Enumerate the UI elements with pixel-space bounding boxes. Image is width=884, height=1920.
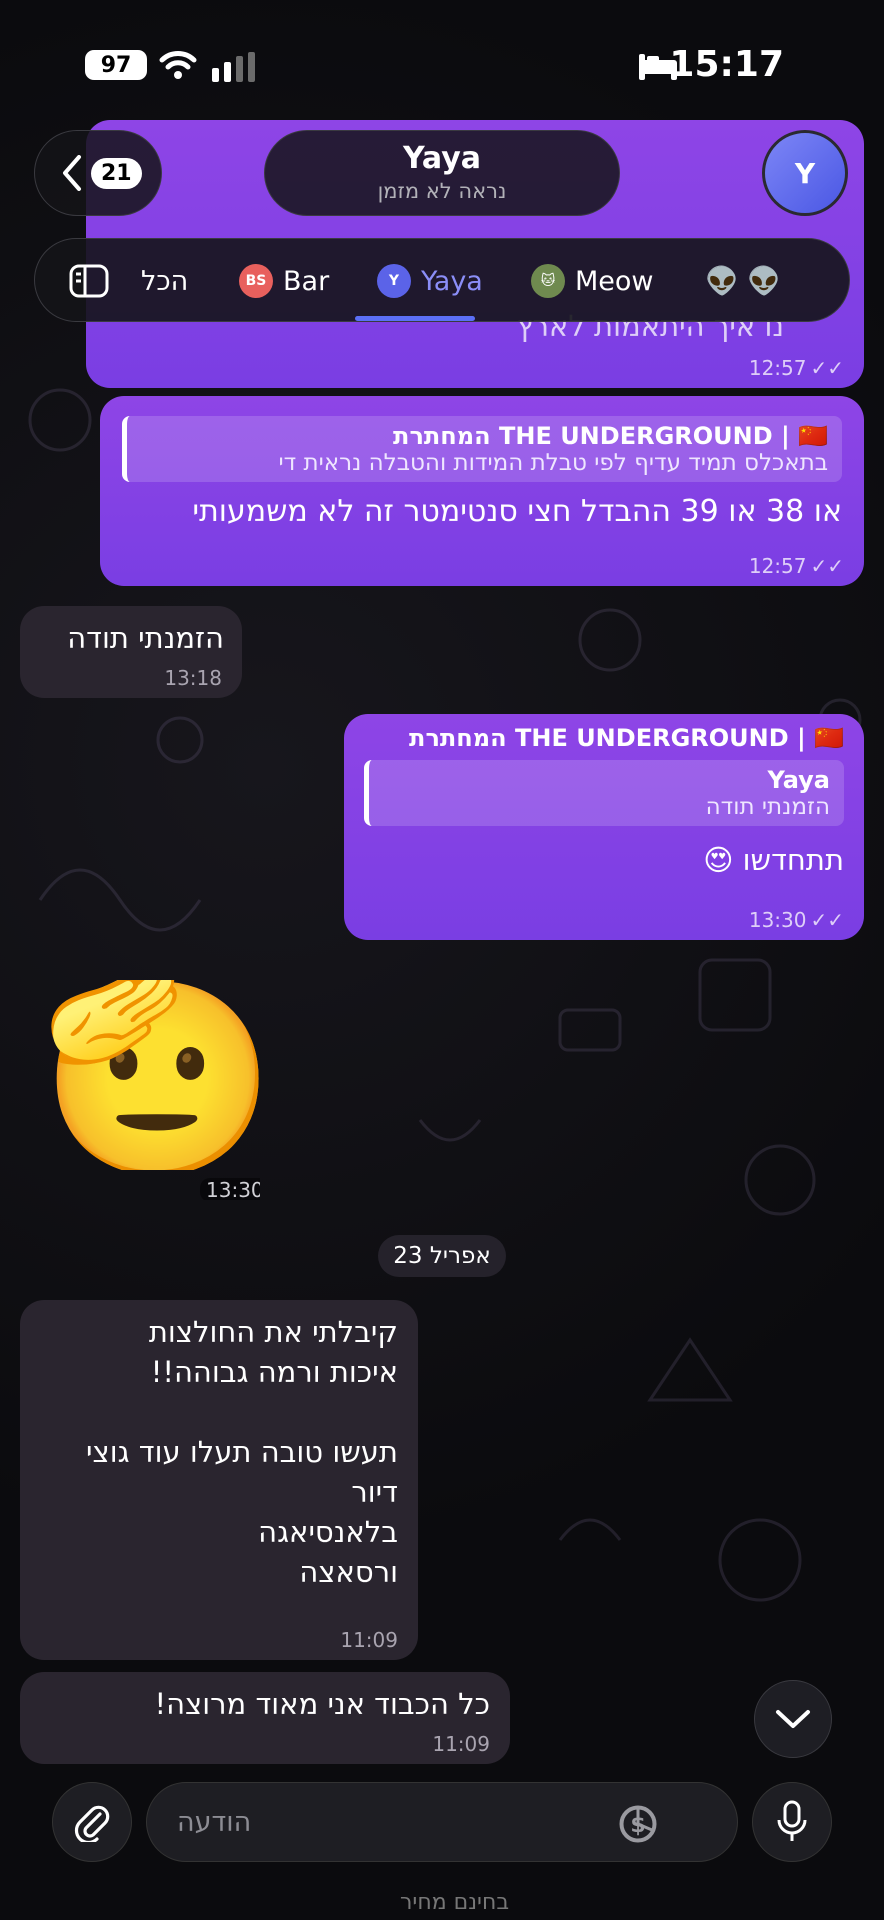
message-line: תעשו טובה תעלו עוד גוצי	[86, 1435, 398, 1469]
back-button[interactable]: 21	[34, 130, 162, 216]
message-line: בלאנסיאגה	[258, 1515, 398, 1549]
message-time: 12:57	[748, 356, 807, 380]
status-bar: 97 15:17	[0, 0, 884, 120]
message-time: 11:09	[340, 1628, 398, 1652]
message-line-blank	[40, 1392, 398, 1432]
battery-indicator: 97	[85, 50, 147, 80]
mic-icon	[777, 1800, 807, 1841]
sticker-message[interactable]: 🫡 13:30	[30, 980, 260, 1200]
quote-sender: THE UNDERGROUND | 🇨🇳 המחתרת	[393, 422, 828, 450]
chat-title[interactable]: Yaya נראה לא מזמן	[264, 130, 620, 216]
chat-avatar[interactable]: Y	[762, 130, 848, 216]
message-bubble-outgoing[interactable]: THE UNDERGROUND | 🇨🇳 המחתרת בתאכלס תמיד …	[100, 396, 864, 586]
sidebar-icon	[69, 264, 109, 298]
dollar-icon[interactable]: $	[618, 1804, 658, 1844]
message-meta: 13:30 ✓✓	[749, 908, 844, 932]
saluting-face-sticker: 🫡	[40, 980, 260, 1170]
underlay-text: בחינם מחיר	[400, 1890, 510, 1915]
message-bubble-outgoing[interactable]: THE UNDERGROUND | 🇨🇳 המחתרת Yaya הזמנתי …	[344, 714, 864, 940]
back-chevron-icon	[63, 155, 81, 191]
message-text: תתחדשו 😍	[703, 843, 844, 877]
message-text: הזמנתי תודה	[67, 621, 224, 655]
message-time: 12:57	[748, 554, 807, 578]
reply-quote[interactable]: Yaya הזמנתי תודה	[364, 760, 844, 826]
folder-tabs: הכל BS Bar Y Yaya 🐱 Meow 👽 👽	[34, 238, 850, 322]
message-line: קיבלתי את החולצות	[148, 1315, 398, 1349]
tab-label: Bar	[283, 265, 330, 297]
message-composer: $ בחינם מחיר	[0, 1770, 884, 1920]
message-meta: 12:57 ✓✓	[749, 554, 844, 578]
chat-name: Yaya	[402, 141, 482, 176]
unread-count-badge: 21	[91, 157, 142, 189]
message-time: 11:09	[432, 1732, 490, 1756]
message-line: ורסאצה	[299, 1555, 398, 1589]
tab-bar[interactable]: BS Bar	[239, 239, 330, 321]
tab-label: Yaya	[421, 265, 483, 297]
scroll-to-bottom-button[interactable]	[754, 1680, 832, 1758]
message-meta: 13:18	[164, 666, 222, 690]
reply-quote[interactable]: THE UNDERGROUND | 🇨🇳 המחתרת בתאכלס תמיד …	[122, 416, 842, 482]
message-bubble-incoming[interactable]: קיבלתי את החולצות איכות ורמה גבוהה!! תעש…	[20, 1300, 418, 1660]
tab-avatar: Y	[377, 264, 411, 298]
date-divider: 23 אפריל	[378, 1235, 506, 1277]
tab-aliens[interactable]: 👽 👽	[705, 239, 781, 321]
svg-text:$: $	[630, 1813, 645, 1838]
message-meta: 12:57 ✓✓	[749, 356, 844, 380]
wifi-icon	[159, 51, 197, 79]
read-checks-icon: ✓✓	[810, 908, 844, 932]
message-time: 13:30	[748, 908, 807, 932]
message-bubble-incoming[interactable]: כל הכבוד אני מאוד מרוצה! 11:09	[20, 1672, 510, 1764]
tab-label: 👽 👽	[705, 266, 781, 297]
message-text: או 38 או 39 ההבדל חצי סנטימטר זה לא משמע…	[192, 494, 842, 529]
voice-record-button[interactable]	[752, 1782, 832, 1862]
tab-avatar: BS	[239, 264, 273, 298]
chevron-down-icon	[776, 1710, 810, 1728]
message-meta: 11:09	[340, 1628, 398, 1652]
message-text: כל הכבוד אני מאוד מרוצה!	[154, 1687, 490, 1721]
read-checks-icon: ✓✓	[810, 356, 844, 380]
sidebar-toggle-button[interactable]	[69, 239, 109, 321]
tab-yaya[interactable]: Y Yaya	[377, 239, 483, 321]
tab-label: הכל	[141, 265, 189, 297]
quote-text: בתאכלס תמיד עדיף לפי טבלת המידות והטבלה …	[278, 450, 828, 476]
status-time: 15:17	[669, 44, 784, 85]
attach-button[interactable]	[52, 1782, 132, 1862]
message-line: דיור	[351, 1475, 398, 1509]
message-time: 13:30	[200, 1178, 260, 1200]
tab-avatar: 🐱	[531, 264, 565, 298]
tab-meow[interactable]: 🐱 Meow	[531, 239, 654, 321]
message-time: 13:18	[164, 666, 222, 690]
quote-sender: Yaya	[767, 766, 830, 794]
quote-text: הזמנתי תודה	[705, 794, 830, 820]
signal-icon	[212, 52, 255, 82]
active-tab-indicator	[355, 316, 475, 321]
tab-all[interactable]: הכל	[141, 239, 189, 321]
message-sender: THE UNDERGROUND | 🇨🇳 המחתרת	[409, 724, 844, 752]
chat-last-seen: נראה לא מזמן	[377, 179, 507, 203]
tab-label: Meow	[575, 265, 654, 297]
message-line: איכות ורמה גבוהה!!	[150, 1355, 398, 1389]
read-checks-icon: ✓✓	[810, 554, 844, 578]
message-meta: 11:09	[432, 1732, 490, 1756]
attach-icon	[74, 1805, 110, 1842]
message-bubble-incoming[interactable]: הזמנתי תודה 13:18	[20, 606, 242, 698]
